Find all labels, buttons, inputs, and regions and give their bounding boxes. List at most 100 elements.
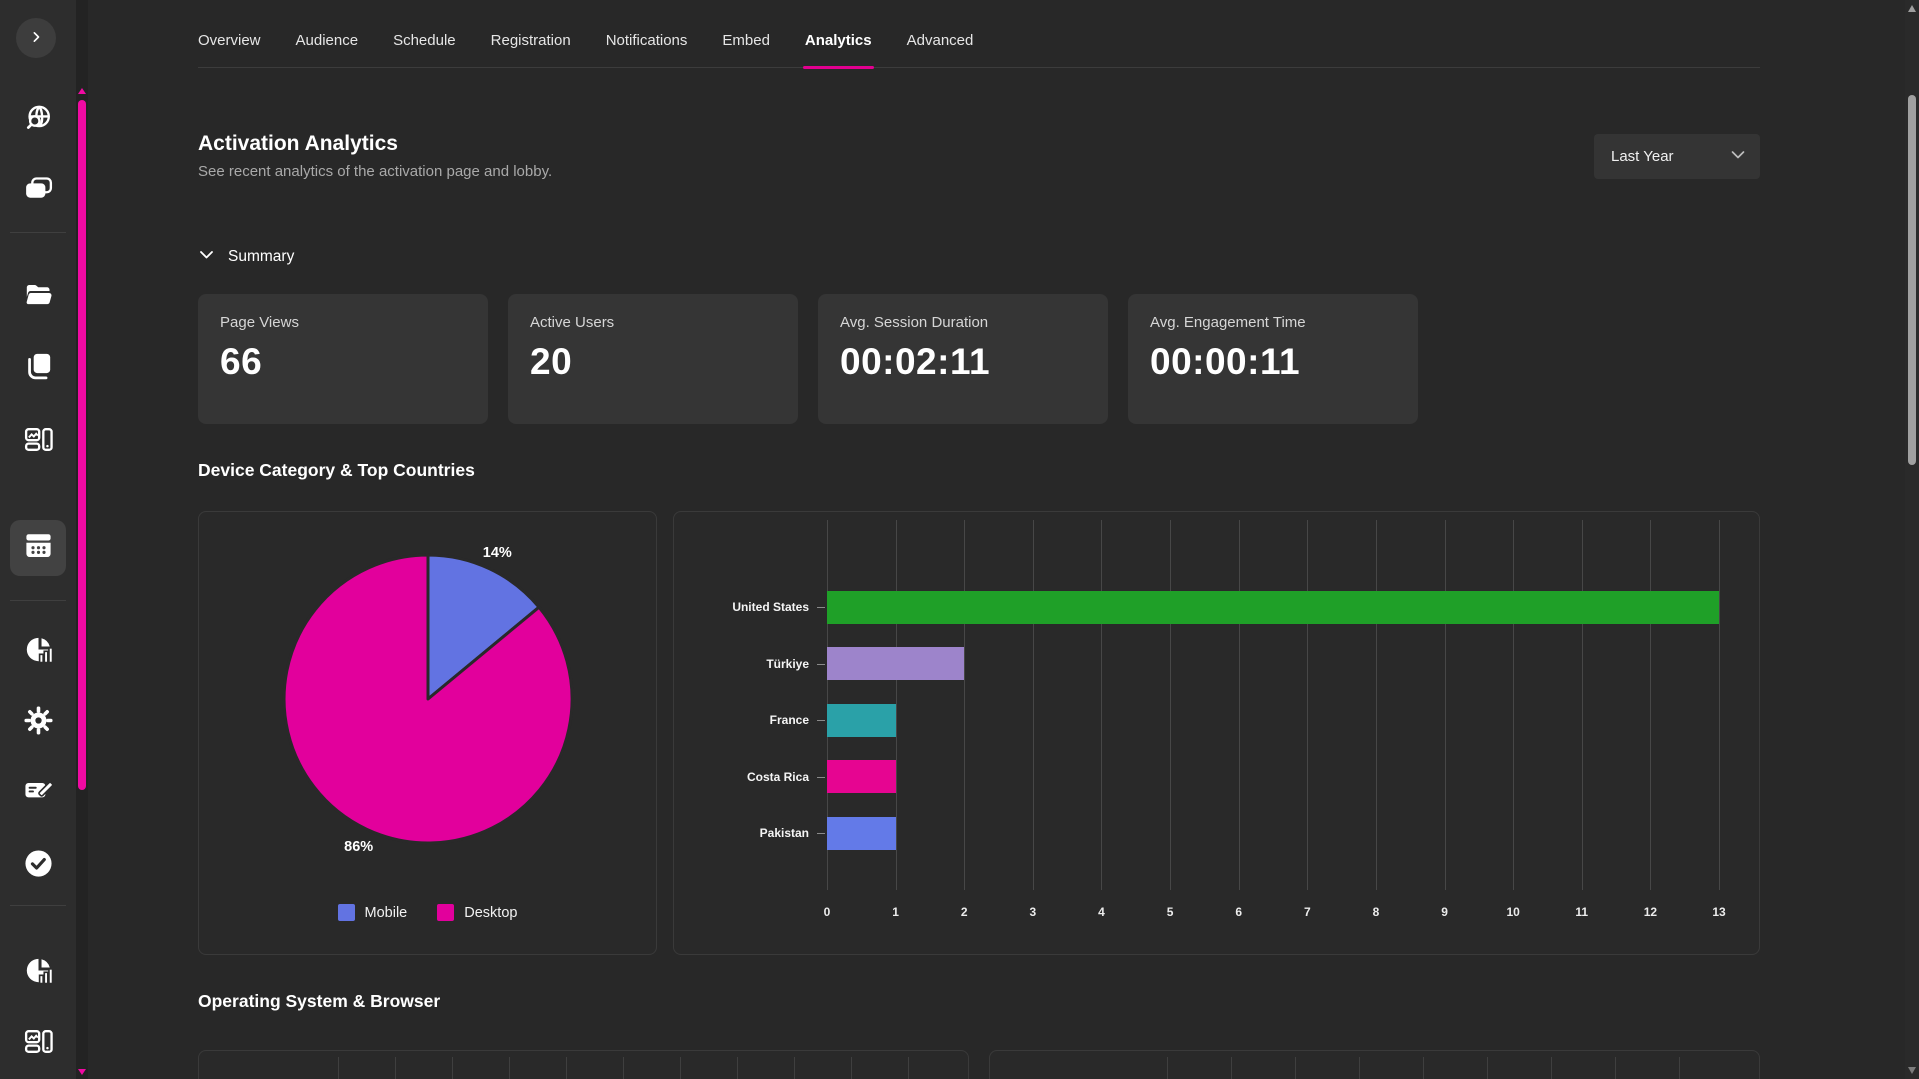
device-category-pie-card: 14%86% Mobile Desktop [198,511,657,955]
sidebar-expand-button[interactable] [16,18,56,58]
x-tick-label: 6 [1235,905,1242,919]
sidebar-item-settings[interactable] [0,706,76,740]
gridline [338,1057,339,1079]
gridline [1376,520,1377,890]
stat-card-value: 00:02:11 [840,341,1086,383]
gridline [1167,1057,1168,1079]
summary-toggle[interactable]: Summary [198,248,294,266]
sidebar-divider [10,600,66,601]
x-tick-label: 8 [1373,905,1380,919]
gridline [1231,1057,1232,1079]
sidebar-item-collections[interactable] [0,175,76,209]
gridline [452,1057,453,1079]
folder-open-icon [22,279,55,317]
scroll-up-arrow-icon[interactable] [1908,5,1916,12]
legend-swatch [437,904,454,921]
x-tick-label: 0 [824,905,831,919]
sidebar-item-events-active[interactable] [10,520,66,576]
chevron-right-icon [26,27,46,50]
page-scrollbar-thumb[interactable] [1908,95,1916,465]
tab-registration[interactable]: Registration [491,32,571,67]
gridline [1650,520,1651,890]
date-range-dropdown[interactable]: Last Year [1594,134,1760,179]
gridline [1615,1057,1616,1079]
copy-pages-icon [22,349,55,387]
section-heading-device-countries: Device Category & Top Countries [198,460,1760,481]
tab-advanced[interactable]: Advanced [907,32,974,67]
gridline [1359,1057,1360,1079]
tab-bar: Overview Audience Schedule Registration Noti… [198,0,1760,68]
scroll-down-arrow-icon[interactable] [78,1069,86,1075]
sidebar-scrollbar[interactable] [76,0,88,1079]
bar-france [827,704,896,737]
tab-audience[interactable]: Audience [296,32,359,67]
gridline [1423,1057,1424,1079]
x-tick-label: 1 [892,905,899,919]
y-tick-mark [817,720,825,721]
legend-label: Desktop [464,905,517,921]
legend-swatch [338,904,355,921]
chevron-down-icon [198,248,215,266]
stat-card-value: 00:00:11 [1150,341,1396,383]
operating-system-chart-card [198,1050,969,1079]
sidebar-item-screens[interactable] [0,1027,76,1061]
sidebar-item-discover[interactable] [0,104,76,138]
sidebar-item-approvals[interactable] [0,849,76,883]
pie-chart-svg: 14%86% [199,512,658,892]
gridline [1170,520,1171,890]
bar-costa-rica [827,760,896,793]
gridline [1487,1057,1488,1079]
tab-analytics[interactable]: Analytics [805,32,872,67]
bar-category-label: Pakistan [679,826,809,840]
top-countries-bar-card: 012345678910111213United StatesTürkiyeFr… [673,511,1760,955]
chevron-down-icon [1730,148,1746,165]
page-scrollbar[interactable] [1905,0,1919,1079]
sidebar-item-analytics[interactable] [0,635,76,669]
stat-card: Avg. Engagement Time 00:00:11 [1128,294,1418,424]
sidebar-item-devices[interactable] [0,425,76,459]
legend-label: Mobile [365,905,408,921]
scroll-down-arrow-icon[interactable] [1908,1067,1916,1074]
bar-category-label: United States [679,600,809,614]
sidebar-item-registration[interactable] [0,776,76,810]
pie-analytics-icon [22,954,55,992]
section-heading-os-browser: Operating System & Browser [198,991,1760,1012]
tab-embed[interactable]: Embed [722,32,770,67]
gridline [509,1057,510,1079]
card-edit-icon [22,774,55,812]
gridline [908,1057,909,1079]
page-subtitle: See recent analytics of the activation p… [198,163,552,180]
bar-category-label: Costa Rica [679,770,809,784]
main-content: Overview Audience Schedule Registration Noti… [88,0,1905,1079]
calendar-apps-icon [22,529,55,567]
gridline [1239,520,1240,890]
scroll-up-arrow-icon[interactable] [78,88,86,94]
y-tick-mark [817,777,825,778]
x-tick-label: 2 [961,905,968,919]
device-kiosk-icon [22,423,55,461]
gridline [794,1057,795,1079]
gridline [1679,1057,1680,1079]
tab-overview[interactable]: Overview [198,32,261,67]
sidebar-item-files[interactable] [0,281,76,315]
sidebar-scrollbar-thumb[interactable] [78,100,86,790]
tab-schedule[interactable]: Schedule [393,32,456,67]
sidebar-item-reports[interactable] [0,956,76,990]
stat-card-label: Avg. Engagement Time [1150,314,1396,331]
tab-notifications[interactable]: Notifications [606,32,688,67]
sidebar-item-copy[interactable] [0,351,76,385]
page-header: Activation Analytics See recent analytic… [198,132,1760,180]
browser-chart-card [989,1050,1760,1079]
gridline [964,520,965,890]
x-tick-label: 3 [1030,905,1037,919]
stat-card: Page Views66 [198,294,488,424]
device-kiosk-icon [22,1025,55,1063]
stat-card-label: Active Users [530,314,776,331]
pie-chart: 14%86% [199,512,658,892]
pie-slice-label: 86% [344,839,373,855]
stat-card: Active Users 20 [508,294,798,424]
bar-pakistan [827,817,896,850]
legend-item-desktop: Desktop [437,904,517,921]
stat-card-value: 20 [530,341,776,383]
os-browser-row [198,1050,1760,1079]
